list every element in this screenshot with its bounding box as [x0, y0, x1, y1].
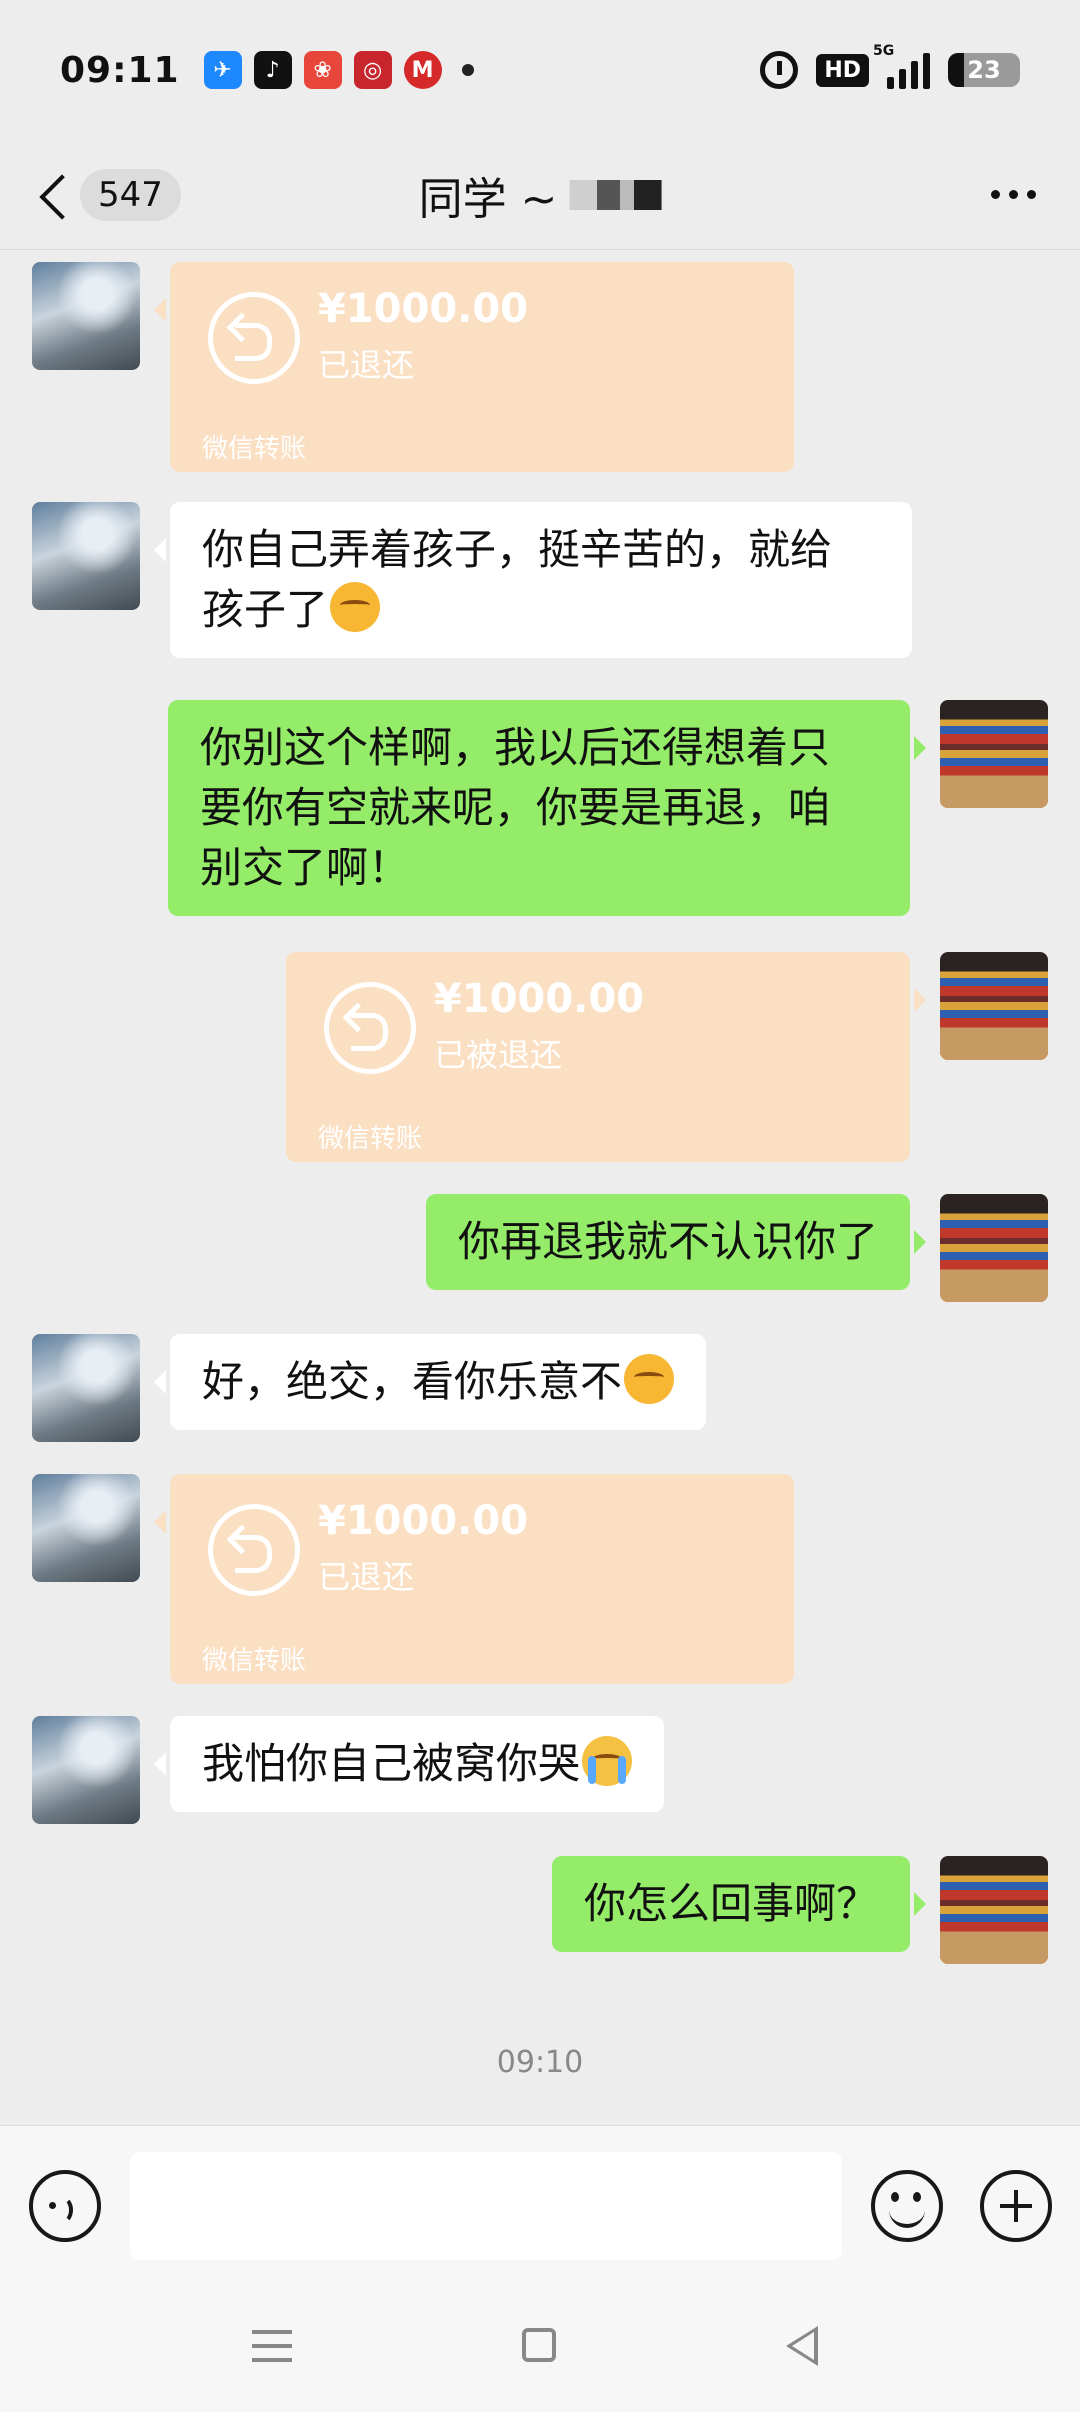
message-line: 你自己弄着孩子，挺辛苦的，就给 — [202, 525, 833, 574]
message-line: 你别这个样啊，我以后还得想着只 — [200, 723, 831, 772]
battery-icon: 23 — [948, 53, 1020, 87]
transfer-status: 已被退还 — [434, 1036, 563, 1074]
voice-input-icon[interactable] — [29, 2170, 101, 2242]
emoji-picker-icon[interactable] — [871, 2170, 943, 2242]
transfer-amount: ¥1000.00 — [318, 286, 529, 332]
signal-icon: 5G — [873, 43, 930, 89]
transfer-label: 微信转账 — [202, 1646, 307, 1676]
contact-avatar[interactable] — [32, 1716, 140, 1824]
status-bar: 09:11 ✈ ♪ ❀ ◎ M HD 5G 23 — [0, 0, 1080, 140]
message-bubble[interactable]: 你别这个样啊，我以后还得想着只 要你有空就来呢，你要是再退，咱 别交了啊！ — [168, 700, 926, 916]
more-functions-plus-icon[interactable] — [980, 2170, 1052, 2242]
system-back-icon[interactable] — [786, 2326, 818, 2366]
contact-avatar[interactable] — [32, 1334, 140, 1442]
feishu-icon: ✈ — [203, 51, 242, 89]
transfer-card[interactable]: ¥1000.00 已退还 微信转账 — [154, 1474, 794, 1684]
bank-icon: ◎ — [353, 51, 392, 89]
message-line: 你怎么回事啊？ — [583, 1879, 878, 1928]
message-list[interactable]: ¥1000.00 已退还 微信转账 你自己弄着孩子，挺辛苦的，就给 孩子了 你别… — [0, 250, 1080, 2125]
more-options-icon[interactable] — [981, 180, 1046, 209]
alarm-icon — [760, 51, 799, 89]
contact-avatar[interactable] — [32, 502, 140, 610]
message-line: 孩子了 — [202, 585, 329, 634]
message-line: 别交了啊！ — [200, 843, 411, 892]
message-bubble[interactable]: 你怎么回事啊？ — [551, 1856, 927, 1952]
more-notifications-dot — [461, 64, 474, 76]
transfer-status: 已退还 — [318, 1558, 415, 1596]
recent-apps-icon[interactable] — [252, 2330, 292, 2362]
message-bubble[interactable]: 好，绝交，看你乐意不 — [153, 1334, 707, 1430]
refund-icon — [208, 292, 300, 384]
transfer-status: 已退还 — [318, 346, 415, 384]
back-icon[interactable] — [34, 165, 74, 225]
hd-icon: HD — [816, 53, 869, 87]
message-input[interactable] — [130, 2152, 842, 2260]
message-bubble[interactable]: 你再退我就不认识你了 — [425, 1194, 927, 1290]
network-type: 5G — [873, 43, 895, 59]
transfer-card[interactable]: ¥1000.00 已退还 微信转账 — [154, 262, 794, 472]
message-line: 要你有空就来呢，你要是再退，咱 — [200, 783, 831, 832]
status-time: 09:11 — [60, 49, 180, 91]
contact-avatar[interactable] — [32, 1474, 140, 1582]
home-icon[interactable] — [522, 2328, 556, 2362]
system-nav-bar — [0, 2280, 1080, 2412]
blush-emoji-icon — [330, 582, 381, 632]
red-app-icon: ❀ — [303, 51, 342, 89]
transfer-label: 微信转账 — [202, 434, 307, 464]
my-avatar[interactable] — [940, 952, 1048, 1060]
chat-title-text: 同学 ~ — [418, 173, 558, 225]
battery-level: 23 — [967, 56, 1001, 84]
transfer-amount: ¥1000.00 — [318, 1498, 529, 1544]
message-line: 你再退我就不认识你了 — [457, 1217, 878, 1266]
message-timestamp: 09:10 — [496, 2045, 584, 2080]
chat-title: 同学 ~ — [419, 163, 662, 227]
transfer-amount: ¥1000.00 — [434, 976, 645, 1022]
refund-icon — [208, 1504, 300, 1596]
input-bar — [0, 2125, 1080, 2280]
message-line: 好，绝交，看你乐意不 — [202, 1357, 623, 1406]
status-right: HD 5G 23 — [760, 43, 1020, 89]
my-avatar[interactable] — [940, 1194, 1048, 1302]
refund-icon — [324, 982, 416, 1074]
message-bubble[interactable]: 你自己弄着孩子，挺辛苦的，就给 孩子了 — [154, 502, 912, 658]
transfer-card[interactable]: ¥1000.00 已被退还 微信转账 — [286, 952, 926, 1162]
transfer-label: 微信转账 — [318, 1124, 423, 1154]
tiktok-icon: ♪ — [253, 51, 292, 89]
crying-emoji-icon — [582, 1736, 633, 1786]
message-bubble[interactable]: 我怕你自己被窝你哭 — [153, 1716, 665, 1812]
my-avatar[interactable] — [940, 700, 1048, 808]
notification-icons: ✈ ♪ ❀ ◎ M — [203, 51, 474, 89]
blush-emoji-icon — [624, 1354, 675, 1404]
message-line: 我怕你自己被窝你哭 — [202, 1739, 581, 1788]
my-avatar[interactable] — [940, 1856, 1048, 1964]
merchants-bank-icon: M — [403, 51, 442, 89]
unread-count-badge[interactable]: 547 — [80, 168, 181, 221]
contact-avatar[interactable] — [32, 262, 140, 370]
redacted-name — [569, 179, 662, 210]
chat-header: 547 同学 ~ — [0, 140, 1080, 250]
